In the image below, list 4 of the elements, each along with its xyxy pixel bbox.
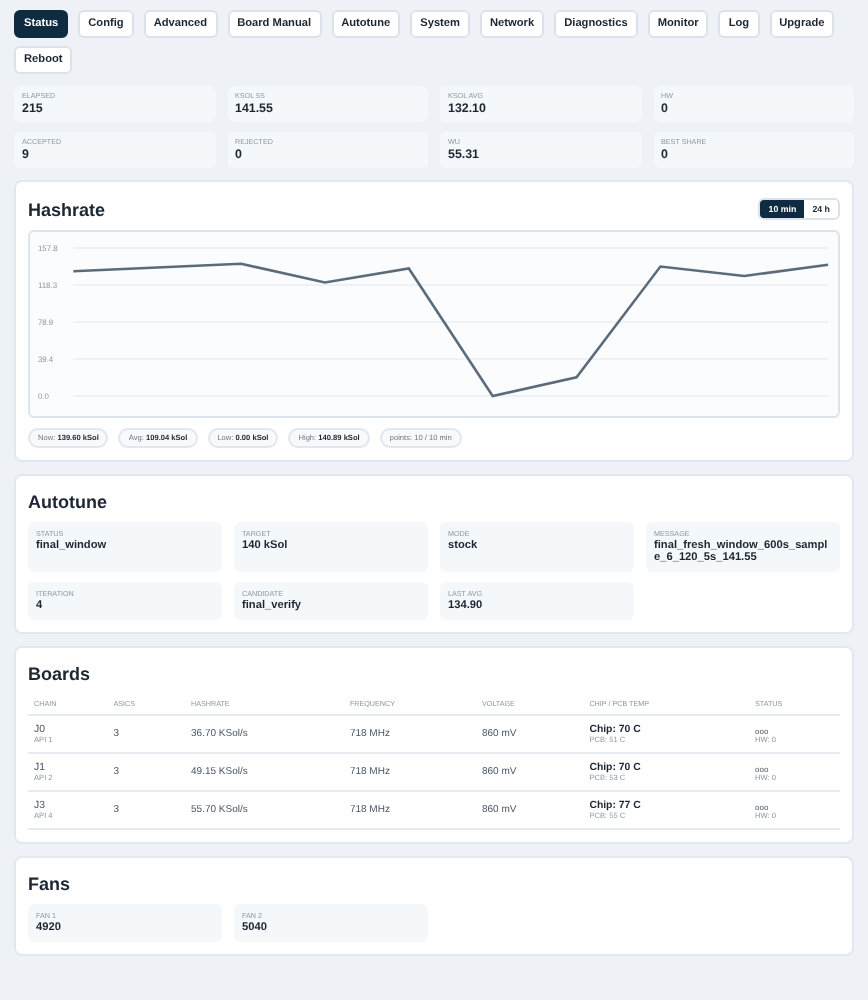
section-title: Hashrate: [28, 199, 106, 219]
section-title: Autotune: [28, 492, 109, 512]
section-title: Fans: [28, 874, 73, 894]
section-title: Boards: [28, 664, 93, 684]
